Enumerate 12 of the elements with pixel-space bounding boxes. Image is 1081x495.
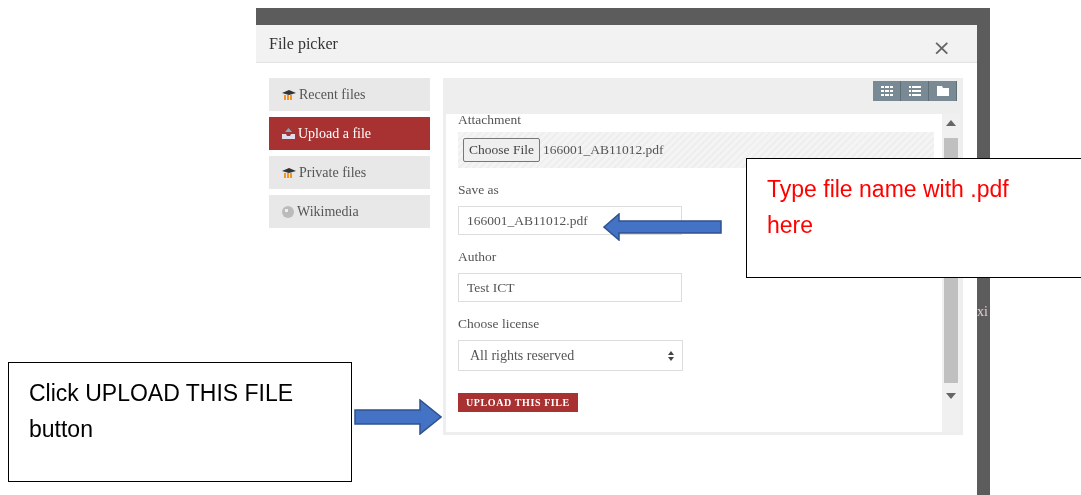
chosen-file-name: 166001_AB11012.pdf xyxy=(542,142,664,158)
field-label: Choose license xyxy=(458,316,540,332)
callout-tooltip: Click UPLOAD THIS FILE button xyxy=(8,362,352,482)
repository-label: Wikimedia xyxy=(297,203,359,220)
field-label: Attachment xyxy=(458,114,521,128)
field-label: Author xyxy=(458,249,497,265)
callout-tooltip: Type file name with .pdf here xyxy=(746,158,1081,278)
repository-label: Private files xyxy=(299,164,367,181)
repository-label: Upload a file xyxy=(298,125,372,142)
repository-label: Recent files xyxy=(299,86,366,103)
field-label: Save as xyxy=(458,182,499,198)
dialog-title: File picker xyxy=(269,34,338,53)
